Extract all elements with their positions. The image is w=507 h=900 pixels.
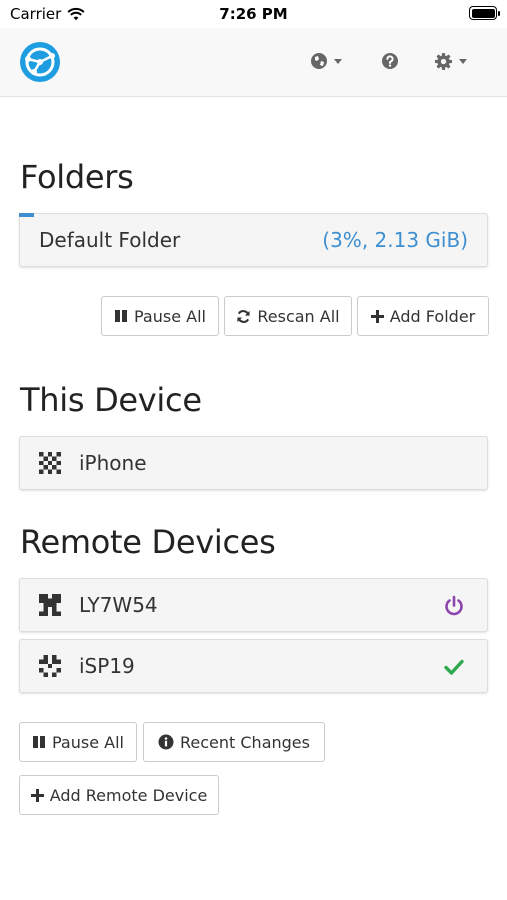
pause-all-folders-button[interactable]: Pause All — [101, 296, 219, 336]
device-identicon-icon — [39, 594, 61, 616]
add-folder-button[interactable]: Add Folder — [357, 296, 489, 336]
plus-icon — [30, 788, 44, 802]
check-icon — [444, 659, 464, 675]
globe-icon — [311, 53, 327, 69]
this-device-name: iPhone — [79, 451, 147, 475]
refresh-icon — [237, 309, 250, 323]
remote-device-panel[interactable]: LY7W54 — [19, 578, 488, 632]
chevron-down-icon — [459, 58, 467, 64]
language-menu[interactable] — [310, 48, 342, 74]
chevron-down-icon — [334, 58, 342, 64]
pause-icon — [33, 736, 45, 748]
rescan-all-label: Rescan All — [257, 306, 340, 326]
rescan-all-button[interactable]: Rescan All — [224, 296, 352, 336]
syncthing-logo[interactable] — [19, 41, 61, 83]
remote-device-name: LY7W54 — [79, 593, 158, 617]
this-device-heading: This Device — [20, 381, 202, 419]
add-folder-label: Add Folder — [389, 306, 476, 326]
remote-device-panel[interactable]: iSP19 — [19, 639, 488, 693]
folder-label: Default Folder — [39, 228, 181, 252]
help-icon — [382, 53, 398, 69]
folders-heading: Folders — [20, 158, 134, 196]
plus-icon — [370, 309, 384, 323]
device-identicon-icon — [39, 452, 61, 474]
recent-changes-label: Recent Changes — [180, 732, 310, 752]
status-bar: Carrier 7:26 PM — [0, 0, 507, 28]
power-icon — [445, 595, 463, 616]
remote-device-name: iSP19 — [79, 654, 135, 678]
battery-icon — [469, 6, 500, 20]
device-identicon-icon — [39, 655, 61, 677]
remote-devices-heading: Remote Devices — [20, 523, 276, 561]
gear-icon — [434, 52, 453, 70]
settings-menu[interactable] — [434, 48, 467, 74]
pause-all-devices-button[interactable]: Pause All — [19, 722, 137, 762]
pause-icon — [115, 310, 127, 322]
help-button[interactable] — [381, 48, 399, 74]
this-device-panel[interactable]: iPhone — [19, 436, 488, 490]
pause-all-label: Pause All — [52, 732, 124, 752]
pause-all-label: Pause All — [134, 306, 206, 326]
folder-status: (3%, 2.13 GiB) — [322, 228, 468, 252]
navbar — [0, 28, 507, 97]
add-remote-device-button[interactable]: Add Remote Device — [19, 775, 219, 815]
info-icon — [158, 734, 174, 750]
folder-progress-bar — [19, 213, 34, 217]
folder-panel[interactable]: Default Folder (3%, 2.13 GiB) — [19, 213, 488, 267]
add-remote-device-label: Add Remote Device — [49, 785, 208, 805]
recent-changes-button[interactable]: Recent Changes — [143, 722, 325, 762]
clock: 7:26 PM — [219, 5, 288, 23]
